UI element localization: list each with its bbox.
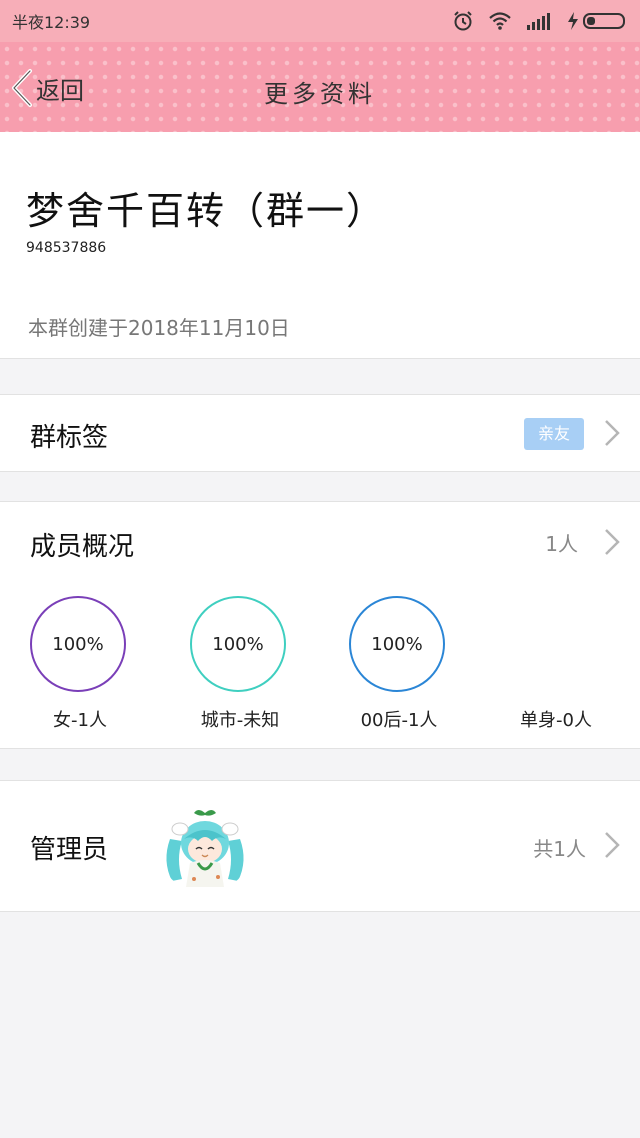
tag-badge: 亲友 (524, 418, 584, 450)
battery-icon (568, 12, 625, 30)
members-count: 1人 (545, 532, 578, 556)
group-name: 梦舍千百转（群一） (26, 189, 387, 233)
group-tags-title: 群标签 (30, 423, 109, 453)
nav-bar: 返回 更多资料 (0, 42, 640, 132)
status-time: 半夜12:39 (12, 13, 91, 32)
stat-label: 单身-0人 (520, 710, 592, 731)
stat-single: 单身-0人 (476, 580, 636, 748)
stat-label: 00后-1人 (360, 710, 438, 731)
admin-title: 管理员 (30, 835, 109, 865)
stat-label: 女-1人 (53, 710, 107, 731)
stat-ring: 100% (349, 596, 445, 692)
group-info-card: 梦舍千百转（群一） 948537886 本群创建于2018年11月10日 (0, 132, 640, 359)
wifi-icon (489, 12, 511, 30)
stat-age: 100% 00后-1人 (319, 580, 479, 748)
stat-ring: 100% (190, 596, 286, 692)
admin-row[interactable]: 管理员 共1人 (0, 780, 640, 912)
members-overview-title: 成员概况 (30, 532, 135, 562)
signal-icon (527, 13, 550, 30)
group-tags-row[interactable]: 群标签 亲友 (0, 394, 640, 472)
anime-avatar-image (158, 799, 252, 893)
avatar[interactable] (158, 799, 252, 893)
stat-gender: 100% 女-1人 (0, 580, 160, 748)
chevron-right-icon (605, 832, 620, 858)
page-title: 更多资料 (264, 80, 376, 108)
stat-label: 城市-未知 (200, 710, 280, 731)
group-created-date: 本群创建于2018年11月10日 (28, 316, 290, 340)
stat-ring: 100% (30, 596, 126, 692)
alarm-icon (454, 11, 472, 31)
admin-count: 共1人 (533, 837, 586, 861)
member-stats: 100% 女-1人 100% 城市-未知 100% 00后-1人 单身-0人 (0, 580, 640, 749)
chevron-right-icon (605, 529, 620, 555)
members-overview-row[interactable]: 成员概况 1人 (0, 501, 640, 581)
status-icons (452, 10, 628, 32)
status-bar: 半夜12:39 (0, 0, 640, 42)
group-id: 948537886 (26, 240, 107, 256)
stat-city: 100% 城市-未知 (160, 580, 320, 748)
chevron-right-icon (605, 420, 620, 446)
